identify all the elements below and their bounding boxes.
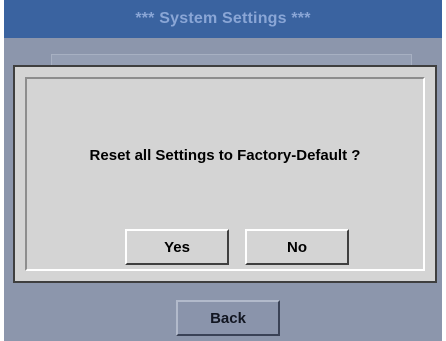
no-button[interactable]: No (245, 229, 349, 265)
yes-button[interactable]: Yes (125, 229, 229, 265)
back-button[interactable]: Back (176, 300, 280, 336)
dialog-frame: Reset all Settings to Factory-Default ? … (25, 77, 425, 271)
device-screen: *** System Settings *** Back Reset all S… (0, 0, 446, 341)
dialog-message: Reset all Settings to Factory-Default ? (89, 147, 361, 164)
confirm-reset-dialog: Reset all Settings to Factory-Default ? … (13, 65, 437, 283)
title-bar: *** System Settings *** (4, 0, 442, 38)
screen-title: *** System Settings *** (135, 10, 311, 27)
